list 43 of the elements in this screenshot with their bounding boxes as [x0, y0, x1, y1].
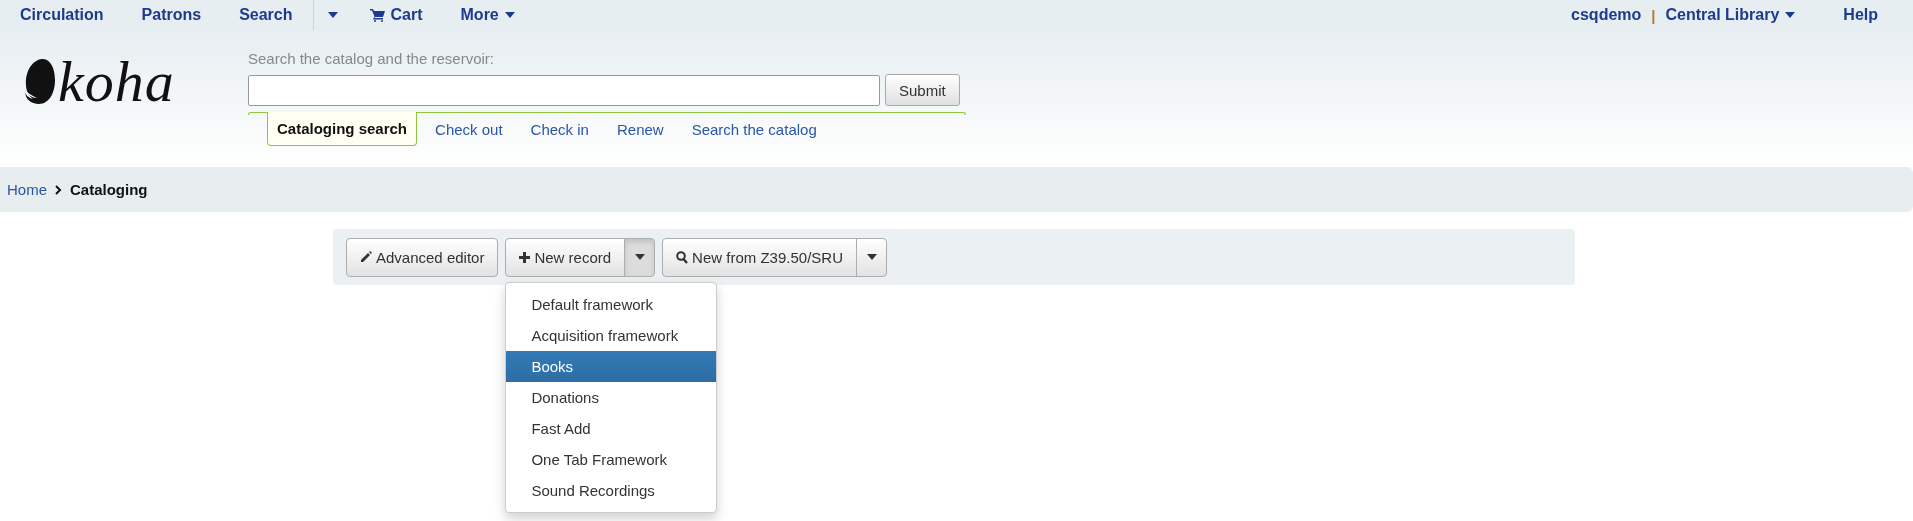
cart-link[interactable]: Cart	[369, 6, 423, 24]
search-tab[interactable]: Cataloging search	[267, 112, 418, 146]
user-link[interactable]: csqdemo	[1571, 6, 1642, 24]
more-menu[interactable]: More	[460, 6, 515, 24]
logo-drop-icon	[22, 58, 56, 104]
search-tab[interactable]: Check in	[520, 112, 599, 147]
dropdown-toggle[interactable]	[624, 237, 656, 277]
chevron-icon	[55, 184, 62, 195]
plus-icon	[519, 251, 531, 263]
dropdown-toggle[interactable]	[856, 237, 887, 277]
search-label: Search the catalog and the reservoir:	[248, 50, 495, 67]
help-link[interactable]: Help	[1843, 6, 1878, 24]
breadcrumb-current: Cataloging	[70, 181, 148, 198]
menu-item[interactable]: Books	[506, 350, 717, 382]
caret-icon	[327, 12, 338, 18]
search-tab[interactable]: Check out	[425, 112, 513, 147]
library-menu[interactable]: Central Library	[1665, 6, 1796, 24]
new-record-button[interactable]: New record	[505, 237, 626, 277]
menu-item[interactable]: Acquisition framework	[506, 319, 717, 351]
menu-item[interactable]: Sound Recordings	[506, 474, 717, 506]
nav-link[interactable]: Search	[239, 6, 293, 24]
nav-link[interactable]: Patrons	[141, 6, 202, 24]
editor-button[interactable]: Advanced editor	[346, 237, 499, 277]
separator: |	[1651, 6, 1656, 24]
nav-link[interactable]: Circulation	[20, 6, 104, 24]
breadcrumb-link[interactable]: Home	[7, 181, 47, 198]
search-field[interactable]	[248, 74, 880, 106]
menu-item[interactable]: Donations	[506, 381, 717, 413]
search-icon	[676, 250, 689, 264]
pencil-icon	[360, 251, 372, 263]
search-tab[interactable]: Search the catalog	[681, 112, 827, 147]
caret-icon	[504, 12, 515, 18]
cart-icon	[369, 8, 385, 22]
logo: koha	[22, 46, 227, 116]
menu-item[interactable]: One Tab Framework	[506, 443, 717, 475]
submit-button[interactable]: Submit	[885, 74, 960, 106]
caret-icon	[866, 254, 877, 260]
caret-icon	[1785, 12, 1796, 18]
menu-item[interactable]: Default framework	[506, 288, 717, 320]
search-tab[interactable]: Renew	[606, 112, 674, 147]
caret-icon	[634, 254, 645, 260]
z3950-button[interactable]: New from Z39.50/SRU	[662, 237, 857, 277]
menu-item[interactable]: Fast Add	[506, 412, 717, 444]
